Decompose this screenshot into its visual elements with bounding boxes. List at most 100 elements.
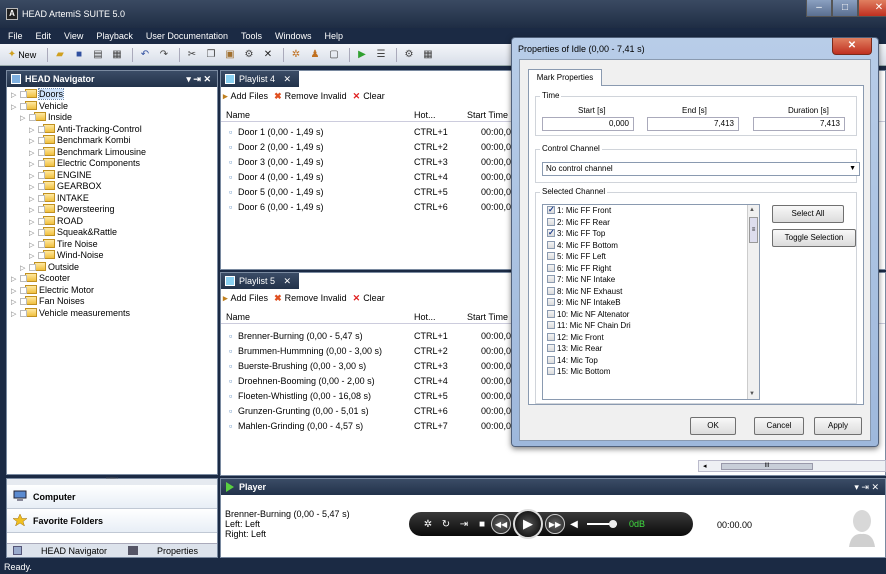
tree-item[interactable]: ▷ Electric Components: [7, 158, 217, 170]
channel-item[interactable]: 14: Mic Top: [543, 355, 759, 367]
tree-item[interactable]: ▷ Tire Noise: [7, 238, 217, 251]
print-preview-icon[interactable]: ▦: [109, 47, 125, 63]
tree-item[interactable]: ▷ Vehicle: [7, 100, 217, 113]
add-files-button[interactable]: Add Files: [231, 91, 269, 101]
channel-item[interactable]: 13: Mic Rear: [543, 343, 759, 355]
channel-checkbox[interactable]: [547, 252, 555, 260]
channel-checkbox[interactable]: [547, 240, 555, 249]
tree-item[interactable]: ▷ Benchmark Kombi: [7, 135, 217, 147]
channel-checkbox[interactable]: [547, 367, 555, 375]
properties-icon[interactable]: ⚙: [241, 47, 257, 63]
tree-item[interactable]: ▷ Doors: [7, 88, 217, 101]
channel-checkbox[interactable]: [547, 286, 555, 295]
horizontal-scrollbar[interactable]: ◂ III: [698, 460, 886, 472]
tree-item[interactable]: ▷ Squeak&Rattle: [7, 227, 217, 239]
remove-invalid-button[interactable]: Remove Invalid: [285, 91, 347, 101]
tree-item[interactable]: ▷ Outside: [7, 261, 217, 274]
tab-playlist-5[interactable]: Playlist 5 ✕: [221, 273, 300, 289]
channel-checkbox[interactable]: [547, 263, 555, 272]
duration-field[interactable]: 7,413: [753, 117, 845, 131]
channel-item[interactable]: 15: Mic Bottom: [543, 366, 759, 378]
expand-icon[interactable]: ▷: [11, 309, 19, 321]
channel-checkbox[interactable]: [547, 298, 555, 306]
scroll-up-icon[interactable]: ▲: [749, 207, 755, 213]
control-channel-select[interactable]: No control channel ▼: [542, 162, 860, 176]
column-hotkey[interactable]: Hot...: [414, 108, 436, 122]
window-icon[interactable]: ▢: [326, 47, 342, 63]
column-name[interactable]: Name: [226, 310, 250, 324]
channel-item[interactable]: 1: Mic FF Front: [543, 205, 759, 217]
rewind-button[interactable]: ◀◀: [491, 514, 511, 534]
select-all-button[interactable]: Select All: [772, 205, 844, 223]
tree-item[interactable]: ▷ Anti-Tracking-Control: [7, 123, 217, 136]
column-start-time[interactable]: Start Time: [467, 310, 508, 324]
channel-checkbox[interactable]: [547, 344, 555, 352]
end-field[interactable]: 7,413: [647, 117, 739, 131]
tree-item[interactable]: ▷ GEARBOX: [7, 181, 217, 193]
channel-checkbox[interactable]: [547, 275, 555, 283]
column-start-time[interactable]: Start Time: [467, 108, 508, 122]
channel-item[interactable]: 5: Mic FF Left: [543, 251, 759, 263]
remove-invalid-button[interactable]: Remove Invalid: [285, 293, 347, 303]
tree-item[interactable]: ▷ Benchmark Limousine: [7, 146, 217, 159]
clear-button[interactable]: Clear: [363, 293, 385, 303]
tree-item[interactable]: ▷ Inside: [7, 112, 217, 124]
channel-checkbox[interactable]: [547, 227, 555, 239]
dialog-close-button[interactable]: ✕: [832, 38, 872, 55]
scroll-down-icon[interactable]: ▼: [749, 391, 755, 397]
menu-tools[interactable]: Tools: [241, 28, 262, 44]
start-field[interactable]: 0,000: [542, 117, 634, 131]
close-button[interactable]: ✕: [858, 0, 886, 17]
settings-icon[interactable]: ⚙: [401, 47, 417, 63]
cut-icon[interactable]: ✂: [184, 47, 200, 63]
channel-checkbox[interactable]: [547, 321, 555, 329]
channel-checkbox[interactable]: [547, 355, 555, 364]
tab-head-navigator[interactable]: HEAD Navigator: [41, 544, 107, 558]
users-icon[interactable]: ♟: [307, 47, 323, 63]
tree-item[interactable]: ▷ Electric Motor: [7, 284, 217, 297]
copy-icon[interactable]: ❐: [203, 47, 219, 63]
tree-item[interactable]: ▷ INTAKE: [7, 192, 217, 205]
tree-item[interactable]: ▷ Fan Noises: [7, 296, 217, 308]
channel-item[interactable]: 6: Mic FF Right: [543, 263, 759, 275]
column-name[interactable]: Name: [226, 108, 250, 122]
play-icon[interactable]: ▶: [354, 47, 370, 63]
channel-item[interactable]: 10: Mic NF Altenator: [543, 309, 759, 321]
paste-icon[interactable]: ▣: [222, 47, 238, 63]
channel-checkbox[interactable]: [547, 217, 555, 226]
fast-forward-button[interactable]: ▶▶: [545, 514, 565, 534]
tab-properties[interactable]: Properties: [157, 544, 198, 558]
channel-checkbox[interactable]: [547, 205, 555, 216]
tree-item[interactable]: ▷ Powersteering: [7, 204, 217, 216]
tab-mark-properties[interactable]: Mark Properties: [528, 69, 602, 86]
grid-icon[interactable]: ▦: [420, 47, 436, 63]
close-tab-icon[interactable]: ✕: [284, 74, 292, 84]
menu-help[interactable]: Help: [325, 28, 344, 44]
volume-slider[interactable]: [587, 520, 617, 528]
undo-icon[interactable]: ↶: [137, 47, 153, 63]
maximize-button[interactable]: □: [832, 0, 858, 17]
channel-item[interactable]: 2: Mic FF Rear: [543, 217, 759, 229]
close-tab-icon[interactable]: ✕: [284, 276, 292, 286]
column-hotkey[interactable]: Hot...: [414, 310, 436, 324]
tree-item[interactable]: ▷ Vehicle measurements: [7, 307, 217, 321]
favorite-folders-item[interactable]: Favorite Folders: [7, 509, 217, 533]
tree-item[interactable]: ▷ ENGINE: [7, 169, 217, 182]
stop-icon[interactable]: ■: [473, 519, 491, 530]
print-icon[interactable]: ▤: [90, 47, 106, 63]
channel-item[interactable]: 8: Mic NF Exhaust: [543, 286, 759, 298]
list-icon[interactable]: ☰: [373, 47, 389, 63]
channel-item[interactable]: 12: Mic Front: [543, 332, 759, 344]
delete-icon[interactable]: ✕: [260, 47, 276, 63]
menu-view[interactable]: View: [64, 28, 83, 44]
toggle-selection-button[interactable]: Toggle Selection: [772, 229, 856, 247]
tree-item[interactable]: ▷ Scooter: [7, 273, 217, 285]
navigator-panel-controls[interactable]: ▾ ⇥ ✕: [186, 71, 211, 87]
channel-list-scrollbar[interactable]: ▲ ≡ ▼: [747, 205, 759, 399]
channel-item[interactable]: 4: Mic FF Bottom: [543, 240, 759, 252]
ok-button[interactable]: OK: [690, 417, 736, 435]
scroll-thumb[interactable]: ≡: [749, 217, 758, 243]
player-panel-controls[interactable]: ▾ ⇥ ✕: [854, 479, 879, 495]
marker-icon[interactable]: ⇥: [455, 519, 473, 530]
menu-playback[interactable]: Playback: [96, 28, 133, 44]
